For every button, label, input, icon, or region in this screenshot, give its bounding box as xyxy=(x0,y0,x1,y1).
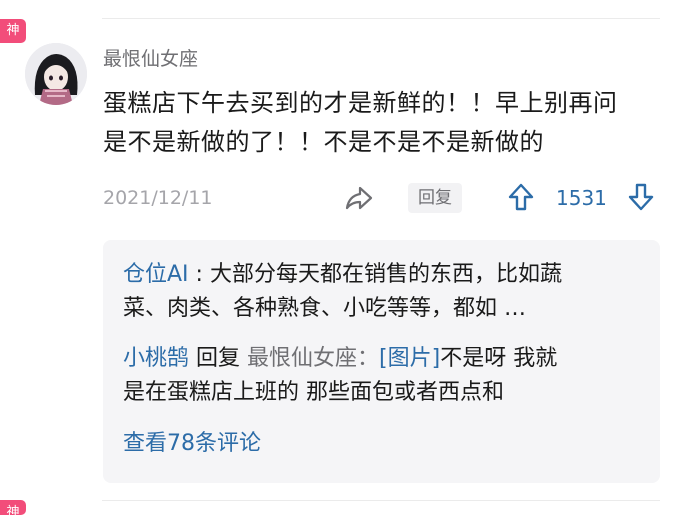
downvote-arrow-icon[interactable] xyxy=(627,182,655,212)
sub-comment-separator: : xyxy=(188,262,210,287)
vote-count: 1531 xyxy=(556,186,607,210)
reply-button[interactable]: 回复 xyxy=(408,183,462,213)
avatar-image xyxy=(25,43,87,105)
image-link[interactable]: [图片] xyxy=(379,346,440,371)
sub-comment-text: 菜、肉类、各种熟食、小吃等等，都如 … xyxy=(123,296,526,321)
shen-badge: 神 xyxy=(0,500,26,515)
sub-comment-text: 大部分每天都在销售的东西，比如蔬 xyxy=(209,262,562,287)
avatar[interactable] xyxy=(25,43,87,105)
sub-comment-line: 仓位AI : 大部分每天都在销售的东西，比如蔬 xyxy=(123,258,623,292)
sub-comment-author[interactable]: 小桃鹄 xyxy=(123,346,189,371)
sub-comment[interactable]: 小桃鹄 回复 最恨仙女座：[图片]不是呀 我就 是在蛋糕店上班的 那些面包或者西… xyxy=(123,342,623,410)
comment-content-line: 是不是新做的了！！不是不是不是新做的 xyxy=(103,128,544,156)
sub-comment-line: 小桃鹄 回复 最恨仙女座：[图片]不是呀 我就 xyxy=(123,342,623,376)
sub-comment-separator: ： xyxy=(357,346,380,371)
comment-content: 蛋糕店下午去买到的才是新鲜的！！早上别再问 是不是新做的了！！不是不是不是新做的 xyxy=(103,84,618,162)
shen-badge: 神 xyxy=(0,19,26,43)
comment-date: 2021/12/11 xyxy=(103,187,213,209)
sub-comment[interactable]: 仓位AI : 大部分每天都在销售的东西，比如蔬 菜、肉类、各种熟食、小吃等等，都… xyxy=(123,258,623,326)
reply-word: 回复 xyxy=(189,346,248,371)
upvote-arrow-icon[interactable] xyxy=(507,182,535,212)
view-more-comments-link[interactable]: 查看78条评论 xyxy=(123,429,261,459)
sub-comment-text: 不是呀 我就 xyxy=(440,346,558,371)
reply-to-user[interactable]: 最恨仙女座 xyxy=(247,346,357,371)
sub-comment-text: 是在蛋糕店上班的 那些面包或者西点和 xyxy=(123,380,504,405)
sub-comments-box: 仓位AI : 大部分每天都在销售的东西，比如蔬 菜、肉类、各种熟食、小吃等等，都… xyxy=(103,240,660,483)
bottom-divider xyxy=(102,500,660,501)
comment-content-line: 蛋糕店下午去买到的才是新鲜的！！早上别再问 xyxy=(103,89,618,117)
sub-comment-author[interactable]: 仓位AI xyxy=(123,262,189,287)
comment-username[interactable]: 最恨仙女座 xyxy=(103,46,198,72)
top-divider xyxy=(102,18,660,19)
share-icon[interactable] xyxy=(344,184,374,212)
